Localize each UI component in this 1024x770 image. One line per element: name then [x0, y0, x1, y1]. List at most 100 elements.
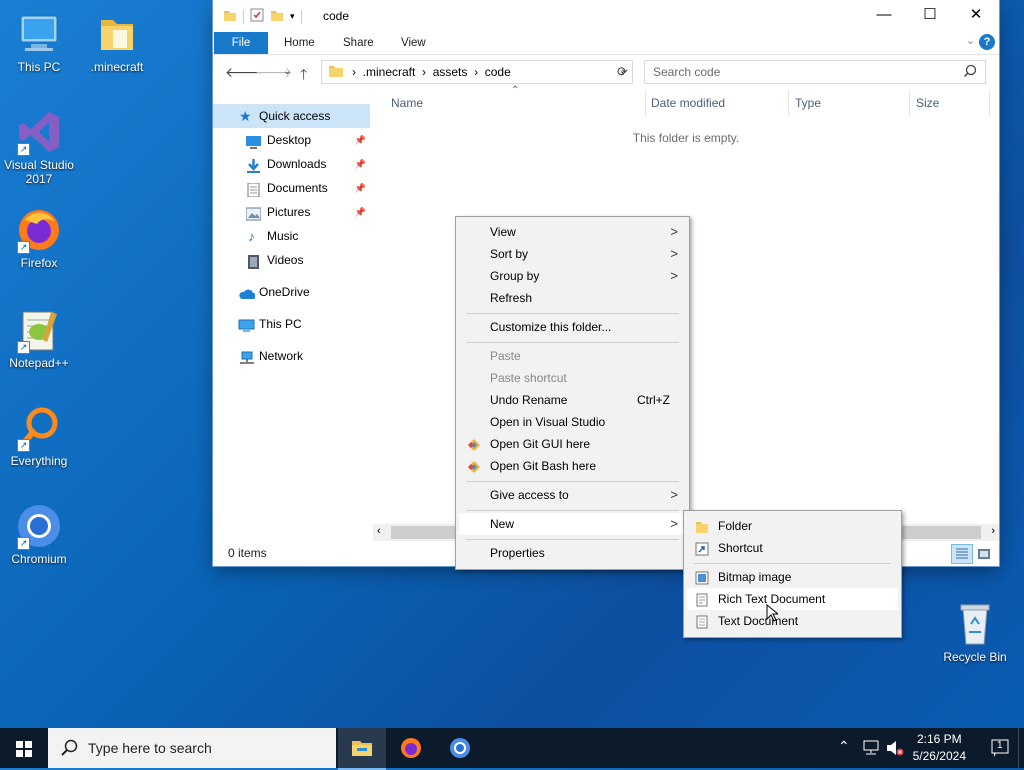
column-header-size[interactable]: Size — [916, 96, 939, 110]
menu-item-give-access-to[interactable]: Give access to > — [459, 484, 686, 506]
desktop-icon-label: Notepad++ — [9, 356, 69, 370]
start-button[interactable] — [0, 728, 48, 768]
firefox-icon: ↗ — [15, 206, 63, 254]
desktop-icon-this-pc[interactable]: This PC — [0, 10, 78, 74]
system-clock[interactable]: 2:16 PM 5/26/2024 — [913, 731, 966, 765]
scroll-left-arrow-icon[interactable]: ‹ — [377, 525, 381, 537]
recent-locations-chevron-icon[interactable]: ⌄ — [283, 66, 291, 77]
show-hidden-icons-chevron-icon[interactable]: ⌃ — [838, 738, 850, 755]
nav-item-videos[interactable]: Videos — [213, 248, 370, 272]
menu-item-label: View — [490, 225, 516, 239]
nav-item-music[interactable]: ♪ Music — [213, 224, 370, 248]
scroll-right-arrow-icon[interactable]: › — [991, 525, 995, 537]
menu-item-new-text-document[interactable]: Text Document — [687, 610, 898, 632]
address-bar[interactable]: › .minecraft › assets › code ⌄ — [321, 60, 633, 84]
folder-icon — [695, 519, 709, 533]
customize-toolbar-chevron-icon[interactable]: ▾ — [290, 11, 295, 22]
desktop-icon-chromium[interactable]: ↗ Chromium — [0, 502, 78, 566]
clock-time: 2:16 PM — [916, 732, 962, 746]
taskbar-chromium[interactable] — [436, 728, 484, 768]
properties-check-icon[interactable] — [250, 8, 264, 25]
network-status-icon[interactable] — [862, 740, 880, 759]
nav-item-pictures[interactable]: Pictures 📌 — [213, 200, 370, 224]
text-document-icon — [695, 614, 709, 629]
nav-item-label: OneDrive — [259, 285, 310, 299]
taskbar-firefox[interactable] — [387, 728, 435, 768]
pin-icon: 📌 — [354, 183, 366, 193]
sort-ascending-icon: ⌃ — [511, 85, 520, 96]
recycle-bin-icon — [951, 600, 999, 648]
nav-item-onedrive[interactable]: OneDrive — [213, 280, 370, 304]
shortcut-icon — [695, 541, 709, 556]
up-button[interactable]: 🡑 — [300, 64, 307, 88]
help-icon[interactable]: ? — [979, 34, 995, 50]
menu-item-new-shortcut[interactable]: Shortcut — [687, 537, 898, 559]
maximize-button[interactable]: ☐ — [907, 0, 953, 30]
expand-ribbon-chevron-icon[interactable]: ⌄ — [966, 34, 975, 47]
column-separator[interactable] — [645, 90, 646, 116]
taskbar-search-input[interactable]: Type here to search — [88, 740, 212, 756]
nav-item-quick-access[interactable]: ★ Quick access — [213, 104, 370, 128]
desktop-icon-firefox[interactable]: ↗ Firefox — [0, 206, 78, 270]
menu-item-customize-folder[interactable]: Customize this folder... — [459, 316, 686, 338]
taskbar-file-explorer[interactable] — [338, 728, 386, 770]
desktop-icon-everything[interactable]: ↗ Everything — [0, 404, 78, 468]
menu-item-properties[interactable]: Properties — [459, 542, 686, 564]
desktop-icon-notepad-plus-plus[interactable]: ↗ Notepad++ — [0, 306, 78, 370]
column-separator[interactable] — [909, 90, 910, 116]
desktop-icon-visual-studio[interactable]: ↗ Visual Studio 2017 — [0, 108, 78, 186]
menu-separator — [466, 313, 679, 314]
column-header-type[interactable]: Type — [795, 96, 821, 110]
menu-item-label: Open Git Bash here — [490, 459, 597, 473]
column-separator[interactable] — [989, 90, 990, 116]
shortcut-arrow-icon: ↗ — [17, 341, 30, 354]
menu-item-refresh[interactable]: Refresh — [459, 287, 686, 309]
column-header-date-modified[interactable]: Date modified — [651, 96, 725, 110]
nav-item-documents[interactable]: Documents 📌 — [213, 176, 370, 200]
menu-item-group-by[interactable]: Group by > — [459, 265, 686, 287]
desktop-icon-minecraft-folder[interactable]: .minecraft — [78, 10, 156, 74]
breadcrumb-minecraft[interactable]: .minecraft — [363, 65, 416, 79]
new-folder-icon[interactable] — [270, 8, 284, 25]
show-desktop-button[interactable] — [1018, 728, 1024, 768]
menu-item-open-in-visual-studio[interactable]: Open in Visual Studio — [459, 411, 686, 433]
menu-item-sort-by[interactable]: Sort by > — [459, 243, 686, 265]
menu-item-view[interactable]: View > — [459, 221, 686, 243]
taskbar-search-box[interactable]: Type here to search — [48, 728, 336, 768]
column-header-name[interactable]: Name — [391, 96, 423, 110]
minimize-button[interactable]: — — [861, 0, 907, 30]
tab-share[interactable]: Share — [343, 32, 374, 54]
breadcrumb-code[interactable]: code — [485, 65, 511, 79]
nav-item-this-pc[interactable]: This PC — [213, 312, 370, 336]
menu-item-label: Customize this folder... — [490, 320, 612, 334]
submenu-chevron-icon: > — [670, 516, 678, 531]
search-box[interactable]: Search code — [644, 60, 986, 84]
menu-item-open-git-gui[interactable]: Open Git GUI here — [459, 433, 686, 455]
desktop-icon-recycle-bin[interactable]: Recycle Bin — [936, 600, 1014, 664]
menu-item-new-folder[interactable]: Folder — [687, 515, 898, 537]
submenu-chevron-icon: > — [670, 246, 678, 261]
nav-item-label: Music — [267, 229, 299, 243]
nav-item-downloads[interactable]: Downloads 📌 — [213, 152, 370, 176]
menu-item-new-bitmap[interactable]: Bitmap image — [687, 566, 898, 588]
menu-item-open-git-bash[interactable]: Open Git Bash here — [459, 455, 686, 477]
details-view-button[interactable] — [951, 544, 973, 564]
large-icons-view-button[interactable] — [975, 544, 993, 562]
refresh-button[interactable]: ⟳ — [617, 64, 628, 80]
menu-item-label: Text Document — [718, 614, 799, 628]
tab-file[interactable]: File — [214, 32, 268, 54]
column-separator[interactable] — [788, 90, 789, 116]
menu-item-new-rich-text-document[interactable]: Rich Text Document — [687, 588, 898, 610]
volume-muted-icon[interactable] — [886, 740, 904, 759]
close-button[interactable]: ✕ — [953, 0, 999, 30]
menu-item-label: Give access to — [490, 488, 569, 502]
menu-separator — [466, 481, 679, 482]
tab-home[interactable]: Home — [284, 32, 315, 54]
nav-item-network[interactable]: Network — [213, 344, 370, 368]
menu-item-new[interactable]: New > — [459, 513, 686, 535]
notification-center-button[interactable]: 1 — [990, 738, 1010, 758]
search-input[interactable]: Search code — [653, 65, 720, 79]
tab-view[interactable]: View — [401, 32, 426, 54]
breadcrumb-assets[interactable]: assets — [433, 65, 468, 79]
menu-item-undo-rename[interactable]: Undo Rename Ctrl+Z — [459, 389, 686, 411]
